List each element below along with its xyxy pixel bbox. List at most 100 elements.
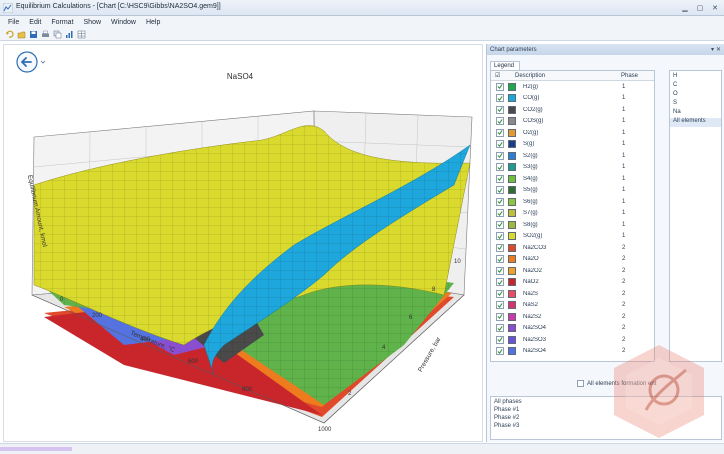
color-swatch[interactable]: [508, 197, 516, 206]
color-swatch[interactable]: [508, 186, 516, 195]
tab-legend[interactable]: Legend: [490, 61, 520, 70]
element-item[interactable]: C: [670, 82, 721, 91]
species-row[interactable]: CO2(g) 1: [491, 104, 654, 116]
species-row[interactable]: S7(g) 1: [491, 208, 654, 220]
species-row[interactable]: Na2S2 2: [491, 311, 654, 323]
menu-window[interactable]: Window: [106, 19, 141, 26]
close-icon[interactable]: ✕: [709, 2, 721, 13]
species-row[interactable]: Na2CO3 2: [491, 242, 654, 254]
species-checkbox[interactable]: [496, 128, 504, 137]
chart-icon[interactable]: [65, 30, 74, 39]
species-row[interactable]: S2(g) 1: [491, 150, 654, 162]
species-row[interactable]: S5(g) 1: [491, 185, 654, 197]
species-row[interactable]: SO2(g) 1: [491, 231, 654, 243]
surface-plot[interactable]: NaSO4 0 200 400 600 800 1000 2 4 6 8 10 …: [4, 45, 482, 441]
chevron-down-icon[interactable]: [40, 59, 46, 65]
species-row[interactable]: S8(g) 1: [491, 219, 654, 231]
color-swatch[interactable]: [508, 324, 516, 333]
color-swatch[interactable]: [508, 209, 516, 218]
species-row[interactable]: NaS2 2: [491, 300, 654, 312]
color-swatch[interactable]: [508, 301, 516, 310]
menu-file[interactable]: File: [3, 19, 24, 26]
color-swatch[interactable]: [508, 105, 516, 114]
species-checkbox[interactable]: [496, 312, 504, 321]
species-checkbox[interactable]: [496, 289, 504, 298]
pin-icon[interactable]: ▾: [711, 46, 714, 53]
undo-icon[interactable]: [5, 30, 14, 39]
species-row[interactable]: Na2O2 2: [491, 265, 654, 277]
species-checkbox[interactable]: [496, 347, 504, 356]
species-row[interactable]: COS(g) 1: [491, 116, 654, 128]
species-checkbox[interactable]: [496, 209, 504, 218]
species-checkbox[interactable]: [496, 301, 504, 310]
species-checkbox[interactable]: [496, 174, 504, 183]
table-icon[interactable]: [77, 30, 86, 39]
element-item[interactable]: Na: [670, 109, 721, 118]
species-row[interactable]: S4(g) 1: [491, 173, 654, 185]
color-swatch[interactable]: [508, 82, 516, 91]
species-checkbox[interactable]: [496, 255, 504, 264]
color-swatch[interactable]: [508, 163, 516, 172]
species-row[interactable]: Na2SO4 2: [491, 323, 654, 335]
species-checkbox[interactable]: [496, 324, 504, 333]
element-item[interactable]: S: [670, 100, 721, 109]
species-row[interactable]: Na2O 2: [491, 254, 654, 266]
species-checkbox[interactable]: [496, 82, 504, 91]
species-checkbox[interactable]: [496, 266, 504, 275]
open-folder-icon[interactable]: [17, 30, 26, 39]
color-swatch[interactable]: [508, 94, 516, 103]
color-swatch[interactable]: [508, 128, 516, 137]
species-checkbox[interactable]: [496, 105, 504, 114]
species-checkbox[interactable]: [496, 94, 504, 103]
species-checkbox[interactable]: [496, 151, 504, 160]
check-all-icon[interactable]: ☑: [491, 72, 511, 79]
species-row[interactable]: H2(g) 1: [491, 81, 654, 93]
color-swatch[interactable]: [508, 347, 516, 356]
color-swatch[interactable]: [508, 255, 516, 264]
color-swatch[interactable]: [508, 151, 516, 160]
color-swatch[interactable]: [508, 278, 516, 287]
element-item[interactable]: All elements: [670, 118, 721, 127]
species-row[interactable]: S3(g) 1: [491, 162, 654, 174]
species-checkbox[interactable]: [496, 163, 504, 172]
color-swatch[interactable]: [508, 289, 516, 298]
species-checkbox[interactable]: [496, 117, 504, 126]
color-swatch[interactable]: [508, 266, 516, 275]
menu-edit[interactable]: Edit: [24, 19, 46, 26]
species-checkbox[interactable]: [496, 197, 504, 206]
back-button[interactable]: [16, 51, 38, 73]
maximize-icon[interactable]: ▢: [694, 2, 706, 13]
menu-help[interactable]: Help: [141, 19, 165, 26]
save-icon[interactable]: [29, 30, 38, 39]
element-item[interactable]: O: [670, 91, 721, 100]
color-swatch[interactable]: [508, 140, 516, 149]
species-row[interactable]: CO(g) 1: [491, 93, 654, 105]
species-checkbox[interactable]: [496, 278, 504, 287]
color-swatch[interactable]: [508, 335, 516, 344]
menu-format[interactable]: Format: [46, 19, 78, 26]
species-checkbox[interactable]: [496, 243, 504, 252]
print-icon[interactable]: [41, 30, 50, 39]
close-icon[interactable]: ✕: [716, 46, 721, 53]
color-swatch[interactable]: [508, 174, 516, 183]
minimize-icon[interactable]: ▁: [679, 2, 691, 13]
color-swatch[interactable]: [508, 243, 516, 252]
species-checkbox[interactable]: [496, 140, 504, 149]
color-swatch[interactable]: [508, 312, 516, 321]
species-row[interactable]: Na2S 2: [491, 288, 654, 300]
species-checkbox[interactable]: [496, 335, 504, 344]
species-checkbox[interactable]: [496, 220, 504, 229]
species-row[interactable]: NaO2 2: [491, 277, 654, 289]
color-swatch[interactable]: [508, 117, 516, 126]
element-item[interactable]: H: [670, 73, 721, 82]
species-row[interactable]: S(g) 1: [491, 139, 654, 151]
menu-show[interactable]: Show: [79, 19, 107, 26]
color-swatch[interactable]: [508, 220, 516, 229]
species-row[interactable]: O2(g) 1: [491, 127, 654, 139]
all-elements-checkbox[interactable]: [577, 380, 584, 387]
species-checkbox[interactable]: [496, 232, 504, 241]
species-row[interactable]: S6(g) 1: [491, 196, 654, 208]
species-checkbox[interactable]: [496, 186, 504, 195]
color-swatch[interactable]: [508, 232, 516, 241]
copy-icon[interactable]: [53, 30, 62, 39]
